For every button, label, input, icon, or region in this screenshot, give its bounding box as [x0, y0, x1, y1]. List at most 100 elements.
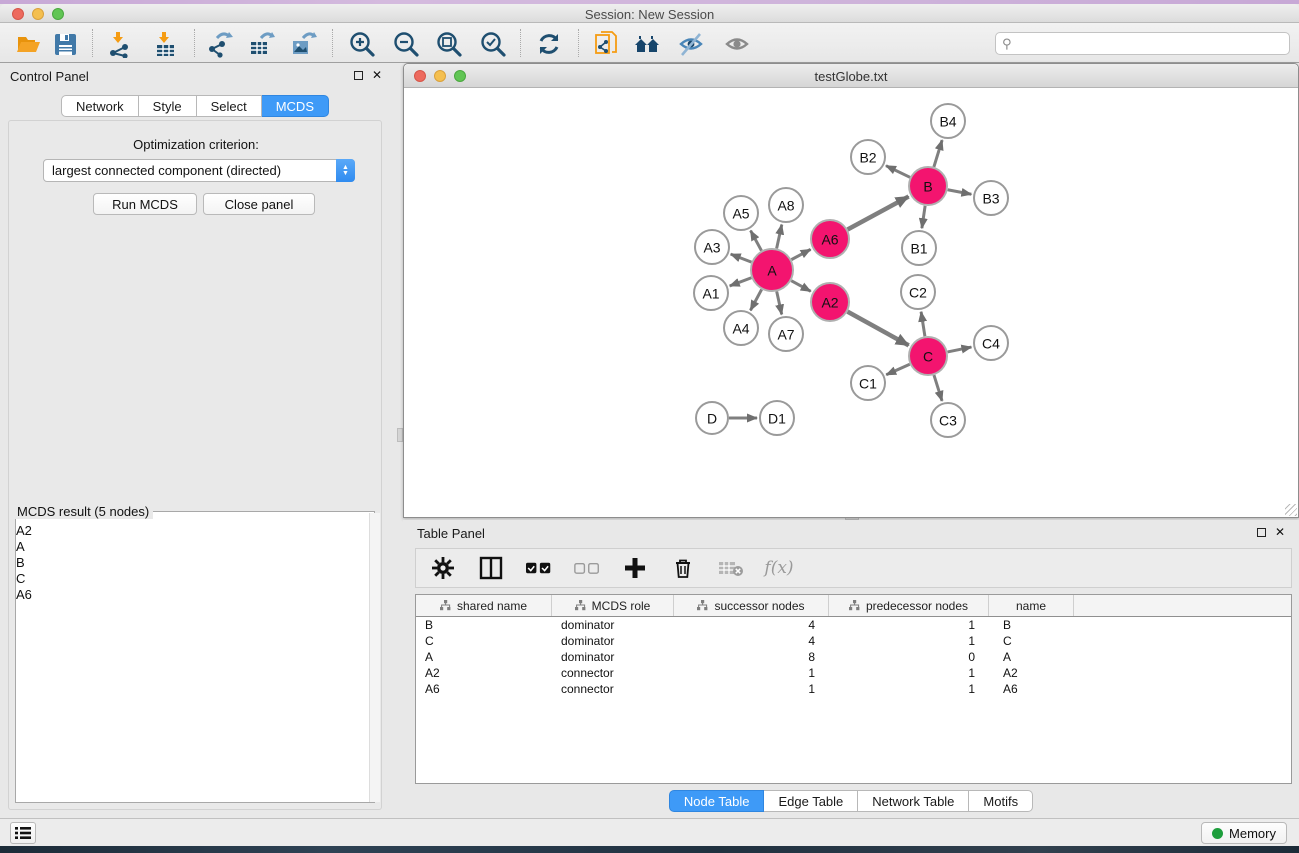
- node-B1[interactable]: B1: [902, 231, 936, 265]
- mcds-result-item[interactable]: A6: [16, 587, 360, 603]
- table-cell[interactable]: connector: [552, 682, 674, 696]
- table-cell[interactable]: A: [416, 650, 552, 664]
- node-table[interactable]: shared nameMCDS rolesuccessor nodesprede…: [415, 594, 1292, 784]
- zoom-in-icon[interactable]: [347, 29, 377, 59]
- function-builder-icon[interactable]: f(x): [766, 555, 792, 581]
- table-cell[interactable]: C: [989, 634, 1074, 648]
- table-cell[interactable]: B: [989, 618, 1074, 632]
- node-C4[interactable]: C4: [974, 326, 1008, 360]
- task-history-button[interactable]: [10, 822, 36, 844]
- tab-style[interactable]: Style: [139, 95, 197, 117]
- table-row[interactable]: Bdominator41B: [416, 617, 1291, 633]
- table-cell[interactable]: 1: [829, 634, 989, 648]
- column-header-shared-name[interactable]: shared name: [416, 595, 552, 616]
- open-file-icon[interactable]: [14, 29, 44, 59]
- table-cell[interactable]: 1: [674, 666, 829, 680]
- show-all-icon[interactable]: [722, 29, 752, 59]
- column-header-name[interactable]: name: [989, 595, 1074, 616]
- table-cell[interactable]: 8: [674, 650, 829, 664]
- table-cell[interactable]: B: [416, 618, 552, 632]
- run-mcds-button[interactable]: Run MCDS: [93, 193, 197, 215]
- close-table-panel-icon[interactable]: ✕: [1275, 527, 1285, 537]
- table-cell[interactable]: 1: [829, 666, 989, 680]
- zoom-fit-icon[interactable]: [434, 29, 464, 59]
- edge-A-A4[interactable]: [750, 289, 761, 310]
- column-header-successor-nodes[interactable]: successor nodes: [674, 595, 829, 616]
- node-D1[interactable]: D1: [760, 401, 794, 435]
- table-cell[interactable]: 4: [674, 618, 829, 632]
- mcds-result-item[interactable]: A: [16, 539, 360, 555]
- table-cell[interactable]: A6: [416, 682, 552, 696]
- table-cell[interactable]: A6: [989, 682, 1074, 696]
- column-layout-icon[interactable]: [478, 555, 504, 581]
- table-cell[interactable]: A2: [989, 666, 1074, 680]
- network-window-titlebar[interactable]: testGlobe.txt: [404, 64, 1298, 88]
- export-image-icon[interactable]: [288, 29, 318, 59]
- delete-column-icon[interactable]: [670, 555, 696, 581]
- import-table-icon[interactable]: [150, 29, 180, 59]
- float-table-panel-icon[interactable]: [1257, 528, 1266, 537]
- table-cell[interactable]: dominator: [552, 618, 674, 632]
- node-B3[interactable]: B3: [974, 181, 1008, 215]
- network-graph[interactable]: AA6A2BCA5A8A3A1A4A7B2B4B3B1C2C4C1C3DD1: [404, 88, 1298, 517]
- node-A7[interactable]: A7: [769, 317, 803, 351]
- table-cell[interactable]: 1: [674, 682, 829, 696]
- first-neighbors-icon[interactable]: [632, 29, 662, 59]
- tab-node-table[interactable]: Node Table: [669, 790, 765, 812]
- import-network-icon[interactable]: [104, 29, 134, 59]
- zoom-out-icon[interactable]: [391, 29, 421, 59]
- node-C3[interactable]: C3: [931, 403, 965, 437]
- node-A8[interactable]: A8: [769, 188, 803, 222]
- table-cell[interactable]: 1: [829, 682, 989, 696]
- edge-A-A6[interactable]: [791, 249, 810, 259]
- refresh-icon[interactable]: [534, 29, 564, 59]
- edge-B-B3[interactable]: [948, 190, 972, 195]
- export-network-icon[interactable]: [204, 29, 234, 59]
- edge-B-B1[interactable]: [922, 206, 925, 228]
- resize-grip-icon[interactable]: [1285, 504, 1297, 516]
- table-cell[interactable]: A2: [416, 666, 552, 680]
- edge-A-A8[interactable]: [777, 225, 782, 249]
- table-cell[interactable]: dominator: [552, 650, 674, 664]
- mcds-result-item[interactable]: A2: [16, 523, 360, 539]
- edge-A-A5[interactable]: [751, 231, 762, 251]
- node-A4[interactable]: A4: [724, 311, 758, 345]
- gear-icon[interactable]: [430, 555, 456, 581]
- table-row[interactable]: Cdominator41C: [416, 633, 1291, 649]
- new-network-from-selection-icon[interactable]: [592, 29, 622, 59]
- add-column-icon[interactable]: [622, 555, 648, 581]
- edge-B-B2[interactable]: [886, 166, 910, 178]
- zoom-selected-icon[interactable]: [478, 29, 508, 59]
- node-A1[interactable]: A1: [694, 276, 728, 310]
- edge-C-C2[interactable]: [921, 312, 925, 336]
- hide-selected-icon[interactable]: [676, 29, 706, 59]
- node-D[interactable]: D: [696, 402, 728, 434]
- node-A3[interactable]: A3: [695, 230, 729, 264]
- node-A2[interactable]: A2: [811, 283, 849, 321]
- node-B2[interactable]: B2: [851, 140, 885, 174]
- search-box[interactable]: ⚲: [995, 32, 1290, 55]
- tab-network[interactable]: Network: [61, 95, 139, 117]
- edge-A6-B[interactable]: [848, 196, 909, 229]
- mcds-result-item[interactable]: C: [16, 571, 360, 587]
- node-C[interactable]: C: [909, 337, 947, 375]
- export-table-icon[interactable]: [246, 29, 276, 59]
- column-header-MCDS-role[interactable]: MCDS role: [552, 595, 674, 616]
- mcds-result-item[interactable]: B: [16, 555, 360, 571]
- table-cell[interactable]: connector: [552, 666, 674, 680]
- select-all-checkboxes-icon[interactable]: [526, 555, 552, 581]
- edge-A2-C[interactable]: [848, 312, 909, 346]
- node-C2[interactable]: C2: [901, 275, 935, 309]
- node-A6[interactable]: A6: [811, 220, 849, 258]
- delete-table-icon[interactable]: [718, 555, 744, 581]
- edge-B-B4[interactable]: [934, 140, 942, 167]
- table-cell[interactable]: dominator: [552, 634, 674, 648]
- deselect-all-checkboxes-icon[interactable]: [574, 555, 600, 581]
- edge-A-A1[interactable]: [730, 278, 752, 286]
- node-B4[interactable]: B4: [931, 104, 965, 138]
- table-row[interactable]: A2connector11A2: [416, 665, 1291, 681]
- search-input[interactable]: [1012, 37, 1262, 51]
- node-B[interactable]: B: [909, 167, 947, 205]
- table-cell[interactable]: 4: [674, 634, 829, 648]
- table-cell[interactable]: 1: [829, 618, 989, 632]
